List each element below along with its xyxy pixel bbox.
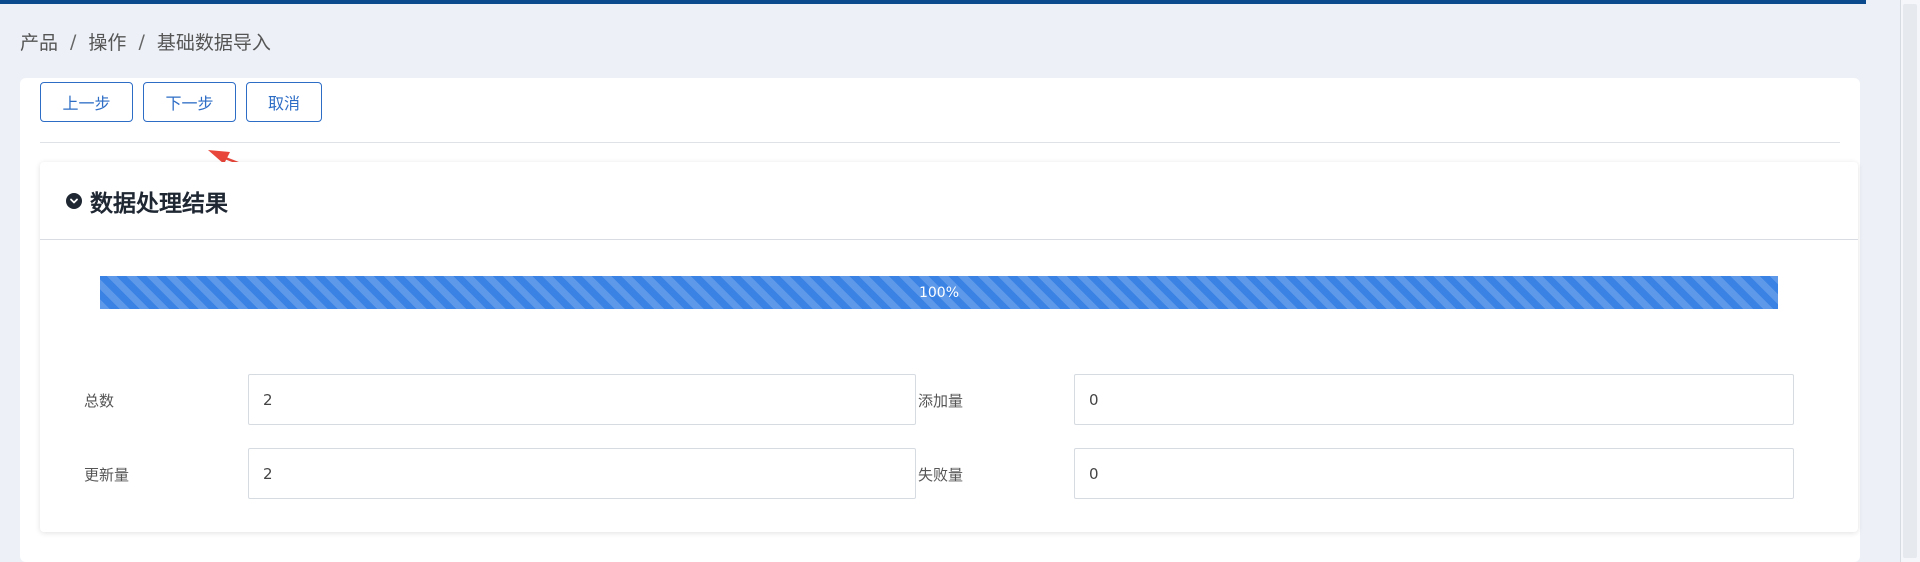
breadcrumb-separator: / bbox=[70, 30, 77, 53]
breadcrumb-separator: / bbox=[138, 30, 145, 53]
failed-label: 失败量 bbox=[918, 466, 964, 484]
updated-label: 更新量 bbox=[84, 466, 130, 484]
total-label: 总数 bbox=[84, 392, 115, 410]
total-input[interactable] bbox=[248, 374, 916, 425]
updated-input[interactable] bbox=[248, 448, 916, 499]
panel-title: 数据处理结果 bbox=[90, 190, 228, 217]
breadcrumb: 产品 / 操作 / 基础数据导入 bbox=[20, 28, 271, 55]
page-scrollbar[interactable] bbox=[1900, 0, 1920, 562]
prev-step-button[interactable]: 上一步 bbox=[40, 82, 133, 122]
panel-header[interactable]: 数据处理结果 bbox=[40, 162, 1858, 240]
added-input[interactable] bbox=[1074, 374, 1794, 425]
top-accent-bar bbox=[0, 0, 1866, 4]
breadcrumb-item-product[interactable]: 产品 bbox=[20, 28, 58, 55]
failed-input[interactable] bbox=[1074, 448, 1794, 499]
added-label: 添加量 bbox=[918, 392, 964, 410]
progress-bar: 100% bbox=[100, 276, 1778, 309]
chevron-down-icon[interactable] bbox=[66, 192, 82, 209]
progress-label: 100% bbox=[918, 284, 960, 301]
scrollbar-thumb[interactable] bbox=[1903, 4, 1917, 558]
breadcrumb-item-operation[interactable]: 操作 bbox=[88, 28, 126, 55]
main-card: 上一步 下一步 取消 数据处理结果 100% 总数 添加量 更新量 失败量 bbox=[20, 78, 1860, 562]
breadcrumb-item-basic-data-import: 基础数据导入 bbox=[156, 32, 271, 54]
result-panel: 数据处理结果 100% 总数 添加量 更新量 失败量 bbox=[40, 162, 1858, 532]
toolbar-divider bbox=[40, 142, 1840, 143]
